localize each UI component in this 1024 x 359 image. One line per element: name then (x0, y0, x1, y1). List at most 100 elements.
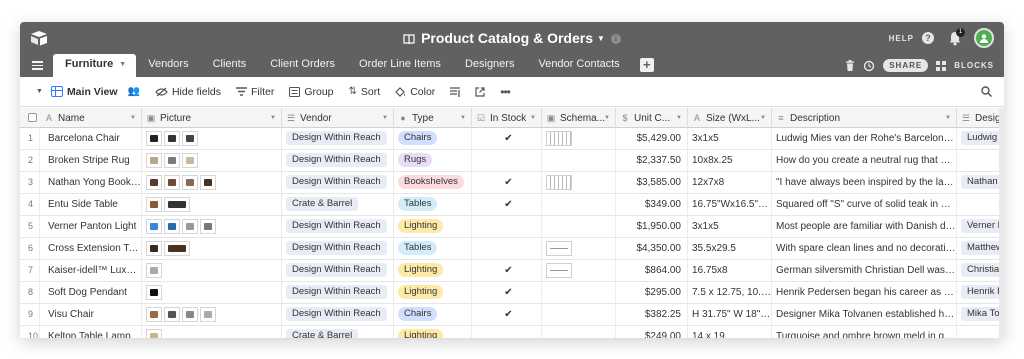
cell-name[interactable]: Cross Extension Table (40, 238, 142, 260)
vertical-scrollbar[interactable] (999, 108, 1004, 338)
cell-size[interactable]: 3x1x5 (688, 128, 772, 150)
tab-designers[interactable]: Designers (453, 54, 527, 77)
cell-description[interactable]: With spare clean lines and no decorative… (772, 238, 957, 260)
cell-designer[interactable] (957, 150, 1004, 172)
picture-thumbnail[interactable] (200, 307, 216, 322)
chevron-down-icon[interactable]: ▼ (604, 108, 610, 128)
column-header-type[interactable]: ● Type ▼ (394, 108, 472, 128)
picture-thumbnail[interactable] (146, 131, 162, 146)
cell-type[interactable]: Rugs (394, 150, 472, 172)
chevron-down-icon[interactable]: ▼ (270, 108, 276, 128)
cell-schematic[interactable] (542, 260, 616, 282)
chevron-down-icon[interactable]: ▼ (119, 61, 126, 68)
more-button[interactable]: ••• (500, 85, 511, 99)
cell-size[interactable]: 3x1x5 (688, 216, 772, 238)
cell-designer[interactable]: Henrik Pe (957, 282, 1004, 304)
designer-link-chip[interactable]: Nathan Yc (961, 175, 1004, 190)
info-icon[interactable]: i (610, 34, 621, 45)
picture-thumbnail[interactable] (146, 329, 162, 338)
picture-thumbnail[interactable] (200, 175, 216, 190)
notifications-button[interactable]: 1 (948, 28, 965, 46)
cell-in-stock[interactable] (472, 238, 542, 260)
cell-type[interactable]: Lighting (394, 326, 472, 338)
cell-unit-cost[interactable]: $295.00 (616, 282, 688, 304)
avatar[interactable] (974, 28, 994, 48)
tab-clients[interactable]: Clients (201, 54, 259, 77)
cell-schematic[interactable] (542, 282, 616, 304)
cell-designer[interactable] (957, 326, 1004, 338)
table-row[interactable]: 2 Broken Stripe Rug Design Within Reach Rug… (20, 150, 1004, 172)
cell-picture[interactable] (142, 260, 282, 282)
picture-thumbnail[interactable] (182, 153, 198, 168)
vendor-link-chip[interactable]: Design Within Reach (286, 307, 387, 322)
cell-unit-cost[interactable]: $864.00 (616, 260, 688, 282)
cell-unit-cost[interactable]: $5,429.00 (616, 128, 688, 150)
vendor-link-chip[interactable]: Design Within Reach (286, 219, 387, 234)
cell-unit-cost[interactable]: $3,585.00 (616, 172, 688, 194)
cell-picture[interactable] (142, 172, 282, 194)
cell-in-stock[interactable] (472, 216, 542, 238)
cell-vendor[interactable]: Design Within Reach (282, 282, 394, 304)
color-button[interactable]: Color (395, 86, 435, 98)
cell-vendor[interactable]: Design Within Reach (282, 128, 394, 150)
base-title[interactable]: Product Catalog & Orders ▼ i (20, 22, 1004, 54)
picture-thumbnail[interactable] (182, 219, 198, 234)
cell-picture[interactable] (142, 304, 282, 326)
tab-client-orders[interactable]: Client Orders (258, 54, 347, 77)
group-button[interactable]: Group (289, 86, 334, 98)
cell-name[interactable]: Verner Panton Light (40, 216, 142, 238)
cell-type[interactable]: Chairs (394, 304, 472, 326)
designer-link-chip[interactable]: Christian (961, 263, 1004, 278)
column-header-in-stock[interactable]: ☑ In Stock ▼ (472, 108, 542, 128)
chevron-down-icon[interactable]: ▼ (945, 108, 951, 128)
cell-unit-cost[interactable]: $349.00 (616, 194, 688, 216)
vendor-link-chip[interactable]: Design Within Reach (286, 285, 387, 300)
cell-name[interactable]: Barcelona Chair (40, 128, 142, 150)
picture-thumbnail[interactable] (164, 153, 180, 168)
picture-thumbnail[interactable] (164, 175, 180, 190)
picture-thumbnail[interactable] (146, 219, 162, 234)
table-row[interactable]: 9 Visu Chair Design Within Reach Chairs ✔ $38… (20, 304, 1004, 326)
cell-type[interactable]: Lighting (394, 282, 472, 304)
cell-in-stock[interactable] (472, 150, 542, 172)
chevron-down-icon[interactable]: ▼ (597, 34, 605, 43)
cell-in-stock[interactable]: ✔ (472, 260, 542, 282)
picture-thumbnail[interactable] (146, 241, 162, 256)
cell-designer[interactable] (957, 194, 1004, 216)
cell-vendor[interactable]: Design Within Reach (282, 172, 394, 194)
cell-unit-cost[interactable]: $2,337.50 (616, 150, 688, 172)
cell-description[interactable]: Ludwig Mies van der Rohe's Barcelona C..… (772, 128, 957, 150)
cell-name[interactable]: Kaiser-idell™ Luxus Tabl... (40, 260, 142, 282)
picture-thumbnail[interactable] (146, 197, 162, 212)
share-button[interactable]: SHARE (883, 59, 929, 72)
cell-size[interactable]: 14 x 19 (688, 326, 772, 338)
table-row[interactable]: 4 Entu Side Table Crate & Barrel Tables ✔ $34… (20, 194, 1004, 216)
cell-type[interactable]: Bookshelves (394, 172, 472, 194)
history-icon[interactable] (863, 60, 875, 72)
cell-unit-cost[interactable]: $1,950.00 (616, 216, 688, 238)
table-row[interactable]: 10 Kelton Table Lamp Crate & Barrel Lightin… (20, 326, 1004, 338)
help-label[interactable]: HELP (889, 34, 914, 43)
cell-name[interactable]: Kelton Table Lamp (40, 326, 142, 338)
picture-thumbnail[interactable] (164, 241, 190, 256)
cell-designer[interactable]: Ludwig M (957, 128, 1004, 150)
column-header-name[interactable]: A Name ▼ (40, 108, 142, 128)
vendor-link-chip[interactable]: Design Within Reach (286, 263, 387, 278)
cell-vendor[interactable]: Design Within Reach (282, 150, 394, 172)
cell-unit-cost[interactable]: $4,350.00 (616, 238, 688, 260)
designer-link-chip[interactable]: Matthew H (961, 241, 1004, 256)
vendor-link-chip[interactable]: Crate & Barrel (286, 329, 359, 338)
schematic-thumbnail[interactable] (546, 241, 572, 256)
vendor-link-chip[interactable]: Design Within Reach (286, 153, 387, 168)
cell-description[interactable]: German silversmith Christian Dell was a … (772, 260, 957, 282)
cell-type[interactable]: Tables (394, 238, 472, 260)
blocks-icon[interactable] (936, 60, 947, 71)
table-row[interactable]: 3 Nathan Yong Bookshelf Design Within Reac… (20, 172, 1004, 194)
add-table-button[interactable]: + (639, 58, 654, 72)
cell-description[interactable]: Squared off "S" curve of solid teak in a… (772, 194, 957, 216)
tab-furniture[interactable]: Furniture ▼ (53, 54, 137, 77)
picture-thumbnail[interactable] (182, 307, 198, 322)
cell-size[interactable]: 7.5 x 12.75, 10.5 ... (688, 282, 772, 304)
share-view-button[interactable] (475, 86, 485, 97)
picture-thumbnail[interactable] (164, 307, 180, 322)
